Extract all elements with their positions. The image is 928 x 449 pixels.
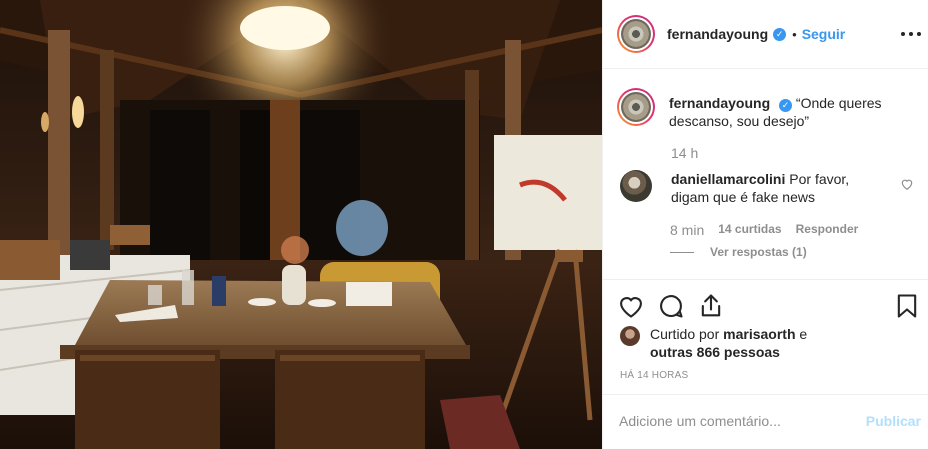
verified-badge-icon: ✓ <box>773 27 787 41</box>
publish-button[interactable]: Publicar <box>866 413 921 429</box>
comment-text-block: daniellamarcolini Por favor, digam que é… <box>671 170 886 206</box>
likes-summary: Curtido por marisaorth e outras 866 pess… <box>620 325 807 361</box>
likes-prefix: Curtido por <box>650 326 720 342</box>
caption-verified-icon: ✓ <box>779 99 793 112</box>
comment-like-heart-icon[interactable] <box>900 177 914 191</box>
avatar-image <box>621 19 651 49</box>
post-side-panel: fernandayoung ✓ • Seguir fernandayoung ✓… <box>602 0 928 449</box>
caption-avatar[interactable] <box>617 88 655 126</box>
view-replies-button[interactable]: Ver respostas (1) <box>670 245 807 259</box>
post-photo[interactable] <box>0 0 602 449</box>
comment-item: daniellamarcolini Por favor, digam que é… <box>620 170 920 206</box>
follow-button[interactable]: Seguir <box>802 26 846 42</box>
comment-icon[interactable] <box>657 292 685 320</box>
comment-avatar[interactable] <box>620 170 652 202</box>
comment-time[interactable]: 8 min <box>670 222 704 238</box>
comment-username[interactable]: daniellamarcolini <box>671 171 785 187</box>
caption-username[interactable]: fernandayoung <box>669 95 770 111</box>
heart-icon[interactable] <box>617 292 645 320</box>
reply-button[interactable]: Responder <box>796 222 859 238</box>
liker-username[interactable]: marisaorth <box>723 326 795 342</box>
caption-text-block: fernandayoung ✓ “Onde queres descanso, s… <box>669 94 917 130</box>
replies-divider <box>670 251 694 253</box>
liker-avatar[interactable] <box>620 326 640 346</box>
caption: fernandayoung ✓ “Onde queres descanso, s… <box>617 88 917 130</box>
post-header: fernandayoung ✓ • Seguir <box>603 0 928 69</box>
header-username[interactable]: fernandayoung <box>667 26 768 42</box>
comment-meta: 8 min 14 curtidas Responder <box>670 222 872 238</box>
view-replies-label: Ver respostas (1) <box>710 245 807 259</box>
post-timestamp[interactable]: HÁ 14 HORAS <box>620 370 688 381</box>
more-options-icon[interactable] <box>901 24 921 44</box>
likes-text: Curtido por marisaorth e outras 866 pess… <box>650 325 807 361</box>
comment-input[interactable] <box>619 410 849 432</box>
caption-timestamp[interactable]: 14 h <box>671 145 698 161</box>
add-comment-section: Publicar <box>603 394 928 449</box>
likes-others[interactable]: outras 866 pessoas <box>650 344 780 360</box>
avatar[interactable] <box>617 15 655 53</box>
separator-dot: • <box>792 26 797 42</box>
comment-likes[interactable]: 14 curtidas <box>718 222 781 238</box>
bookmark-icon[interactable] <box>893 292 921 320</box>
likes-conj: e <box>799 326 808 342</box>
share-icon[interactable] <box>697 292 725 320</box>
room-scene-illustration <box>0 0 602 449</box>
action-bar <box>603 279 928 331</box>
